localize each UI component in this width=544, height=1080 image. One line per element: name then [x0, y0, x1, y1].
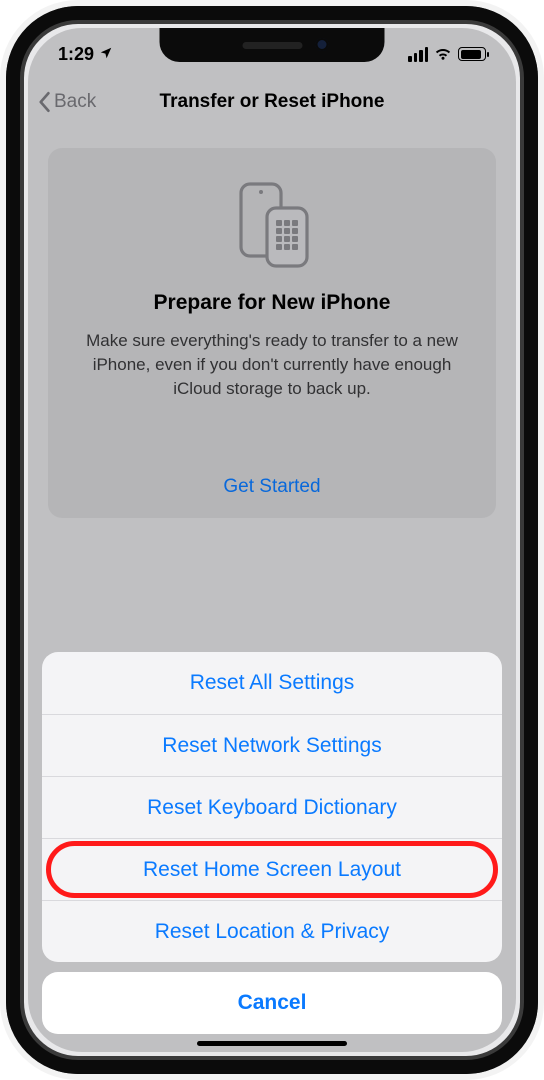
reset-keyboard-dictionary-option[interactable]: Reset Keyboard Dictionary — [42, 776, 502, 838]
option-label: Reset Keyboard Dictionary — [147, 796, 397, 820]
reset-location-privacy-option[interactable]: Reset Location & Privacy — [42, 900, 502, 962]
reset-all-settings-option[interactable]: Reset All Settings — [42, 652, 502, 714]
option-label: Reset Location & Privacy — [155, 920, 390, 944]
action-sheet: Reset All Settings Reset Network Setting… — [42, 652, 502, 1034]
notch — [160, 28, 385, 62]
option-label: Reset Home Screen Layout — [143, 858, 401, 882]
front-camera — [316, 38, 329, 51]
reset-network-settings-option[interactable]: Reset Network Settings — [42, 714, 502, 776]
sheet-options: Reset All Settings Reset Network Setting… — [42, 652, 502, 962]
option-label: Reset All Settings — [190, 671, 355, 695]
option-label: Reset Network Settings — [162, 734, 381, 758]
speaker-grille — [242, 42, 302, 49]
cancel-button[interactable]: Cancel — [42, 972, 502, 1034]
screen: 1:29 Back Transfer or Reset iPhone — [28, 28, 516, 1052]
side-button[interactable] — [538, 280, 544, 388]
phone-frame: 1:29 Back Transfer or Reset iPhone — [6, 6, 538, 1074]
home-indicator[interactable] — [197, 1041, 347, 1046]
reset-home-screen-layout-option[interactable]: Reset Home Screen Layout — [42, 838, 502, 900]
cancel-label: Cancel — [238, 991, 307, 1015]
